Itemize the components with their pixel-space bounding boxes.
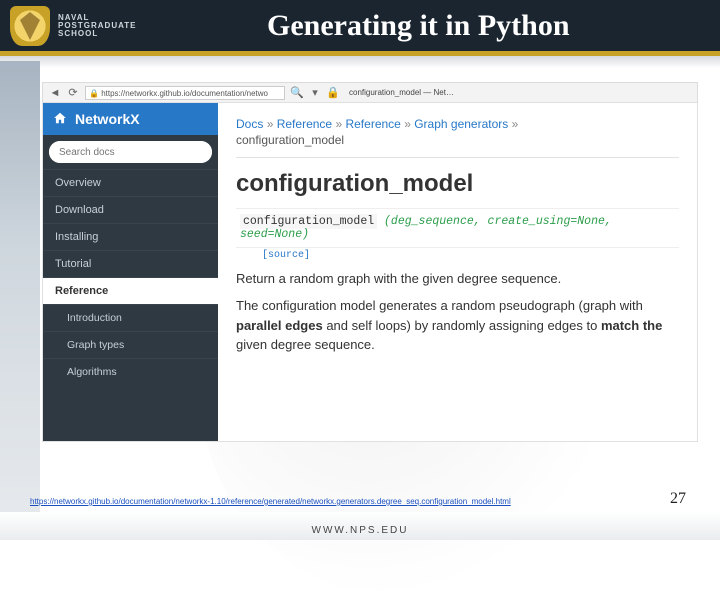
search-icon[interactable]: 🔍 (291, 87, 303, 99)
slide-number: 27 (670, 490, 686, 508)
sidebar-sub-introduction[interactable]: Introduction (43, 304, 218, 331)
url-text: https://networkx.github.io/documentation… (101, 89, 268, 98)
docs-search-input[interactable] (49, 141, 212, 163)
breadcrumb-sep: » (267, 117, 274, 131)
function-signature: configuration_model (deg_sequence, creat… (236, 208, 679, 248)
breadcrumb: Docs » Reference » Reference » Graph gen… (236, 117, 679, 147)
page-heading: configuration_model (236, 170, 679, 198)
divider (236, 157, 679, 158)
footer-site: WWW.NPS.EDU (0, 525, 720, 536)
slide-title: Generating it in Python (137, 9, 720, 43)
tab-title[interactable]: configuration_model — Net… (349, 88, 454, 97)
breadcrumb-reference-1[interactable]: Reference (277, 117, 332, 131)
docs-content: Docs » Reference » Reference » Graph gen… (218, 103, 697, 441)
body-bold-1: parallel edges (236, 318, 323, 333)
function-name: configuration_model (240, 214, 377, 229)
sidebar-item-download[interactable]: Download (43, 196, 218, 223)
body-paragraph: The configuration model generates a rand… (236, 296, 679, 355)
lead-paragraph: Return a random graph with the given deg… (236, 271, 679, 286)
sidebar-item-reference[interactable]: Reference (43, 277, 218, 304)
sidebar-nav: Overview Download Installing Tutorial Re… (43, 169, 218, 385)
breadcrumb-sep: » (335, 117, 342, 131)
sidebar-sub-algorithms[interactable]: Algorithms (43, 358, 218, 385)
body-text-3: given degree sequence. (236, 337, 375, 352)
home-icon (53, 111, 67, 128)
browser-address-bar: ◄ ⟳ 🔒 https://networkx.github.io/documen… (42, 82, 698, 102)
nps-line-3: SCHOOL (58, 30, 137, 38)
breadcrumb-graph-generators[interactable]: Graph generators (414, 117, 508, 131)
sidebar-item-overview[interactable]: Overview (43, 169, 218, 196)
breadcrumb-docs[interactable]: Docs (236, 117, 263, 131)
embedded-browser: ◄ ⟳ 🔒 https://networkx.github.io/documen… (42, 82, 698, 442)
breadcrumb-sep: » (404, 117, 411, 131)
lock-icon: 🔒 (89, 89, 99, 98)
nps-wordmark: NAVAL POSTGRADUATE SCHOOL (58, 14, 137, 38)
docs-sidebar: NetworkX Overview Download Installing Tu… (43, 103, 218, 441)
back-icon[interactable]: ◄ (49, 87, 61, 99)
dropdown-icon[interactable]: ▾ (309, 87, 321, 99)
sidebar-item-tutorial[interactable]: Tutorial (43, 250, 218, 277)
docs-search[interactable] (49, 141, 212, 163)
background-photo-strip (0, 61, 40, 540)
nps-shield-icon (10, 6, 50, 46)
sidebar-sub-graph-types[interactable]: Graph types (43, 331, 218, 358)
lock-icon-2: 🔒 (327, 87, 339, 99)
body-text-2: and self loops) by randomly assigning ed… (323, 318, 601, 333)
reload-icon[interactable]: ⟳ (67, 87, 79, 99)
url-field[interactable]: 🔒 https://networkx.github.io/documentati… (85, 86, 285, 100)
nps-logo: NAVAL POSTGRADUATE SCHOOL (10, 0, 137, 51)
body-text-1: The configuration model generates a rand… (236, 298, 643, 313)
breadcrumb-sep: » (512, 117, 519, 131)
sidebar-subnav: Introduction Graph types Algorithms (43, 304, 218, 385)
footer-source-url[interactable]: https://networkx.github.io/documentation… (30, 497, 511, 506)
breadcrumb-reference-2[interactable]: Reference (345, 117, 400, 131)
sidebar-item-installing[interactable]: Installing (43, 223, 218, 250)
source-link[interactable]: [source] (262, 250, 679, 261)
slide-header: NAVAL POSTGRADUATE SCHOOL Generating it … (0, 0, 720, 56)
breadcrumb-current: configuration_model (236, 133, 344, 147)
header-shadow (0, 56, 720, 68)
brand-bar[interactable]: NetworkX (43, 103, 218, 135)
body-bold-2: match the (601, 318, 662, 333)
brand-name: NetworkX (75, 111, 140, 127)
documentation-page: NetworkX Overview Download Installing Tu… (42, 102, 698, 442)
